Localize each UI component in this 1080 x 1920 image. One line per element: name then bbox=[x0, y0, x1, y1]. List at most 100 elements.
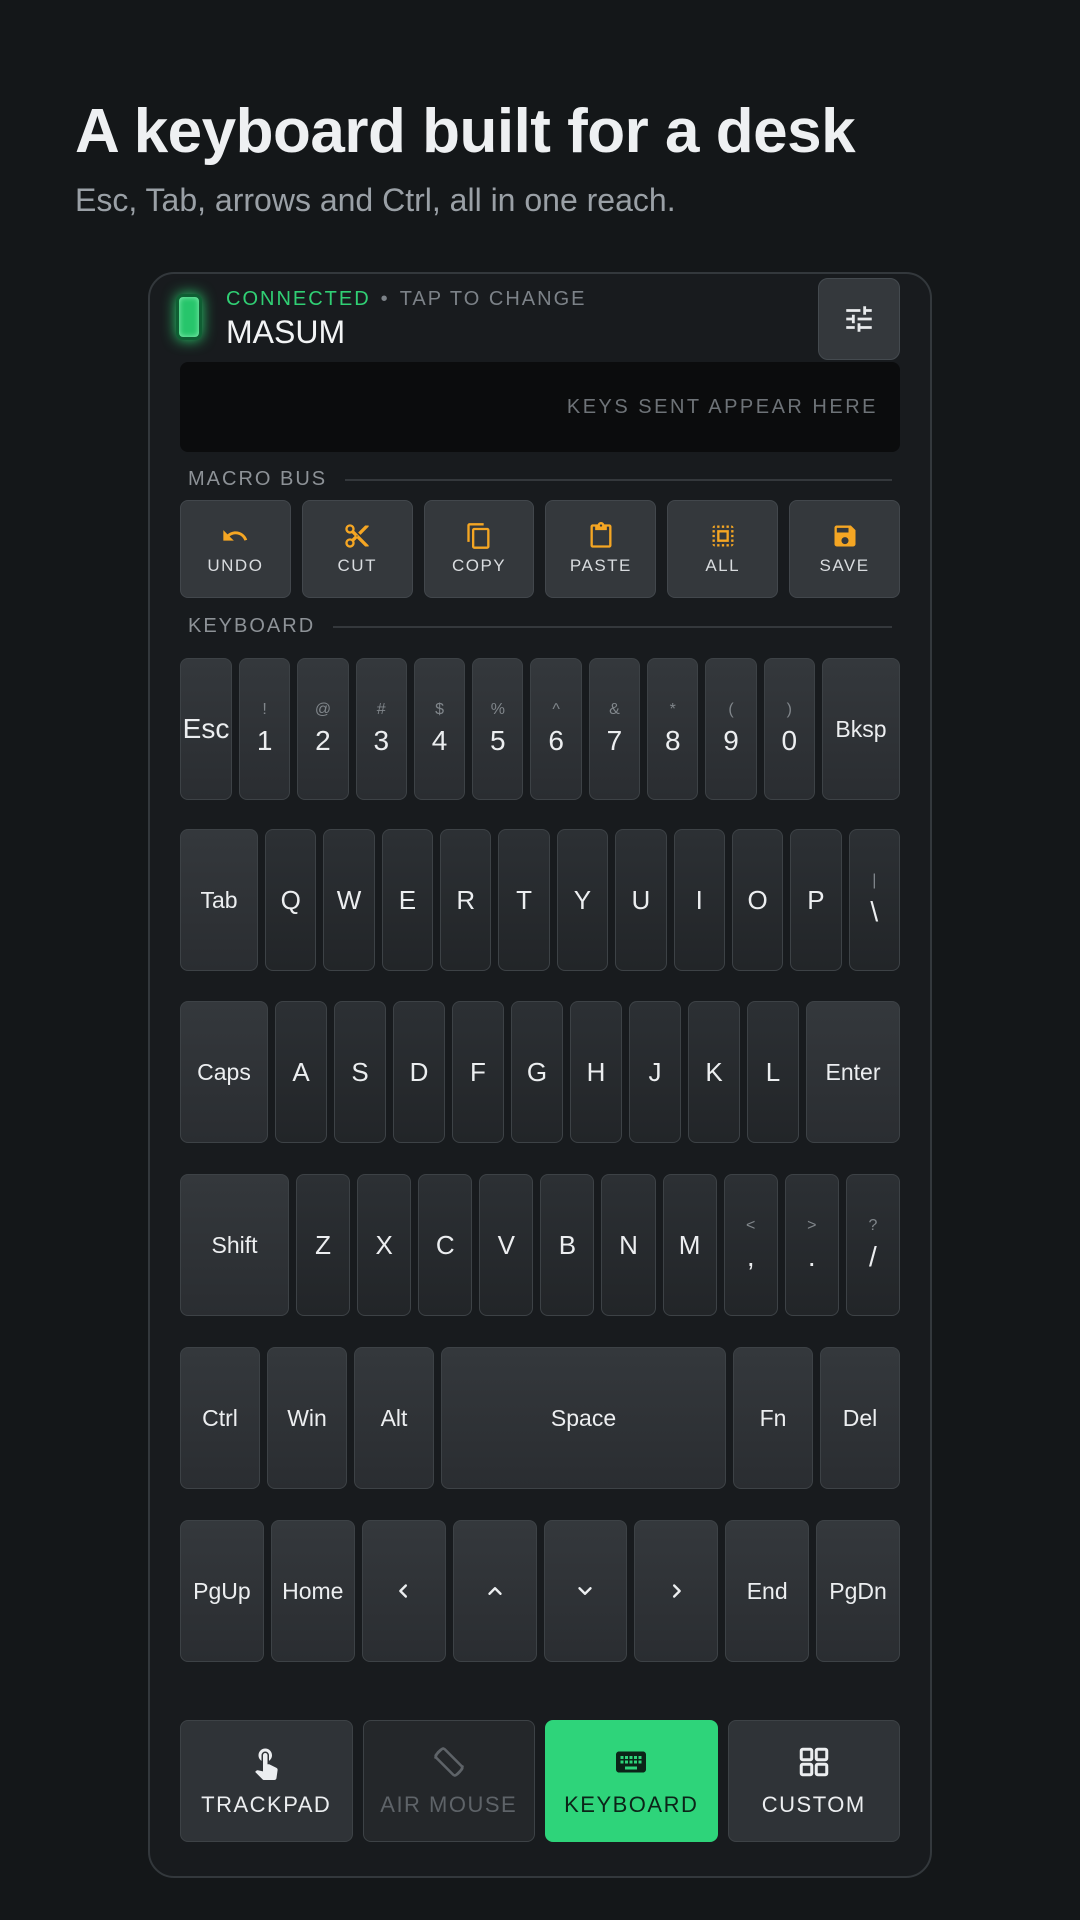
copy-label: COPY bbox=[451, 556, 507, 575]
tab-air-mouse[interactable]: AIR MOUSE bbox=[362, 1720, 535, 1842]
divider bbox=[333, 625, 892, 628]
save-label: SAVE bbox=[819, 556, 870, 575]
key-win[interactable]: Win bbox=[267, 1347, 347, 1489]
key-o[interactable]: O bbox=[731, 829, 784, 971]
paste-button[interactable]: PASTE bbox=[545, 500, 657, 598]
key-slash[interactable]: ? / bbox=[845, 1174, 900, 1316]
page-subtitle: Esc, Tab, arrows and Ctrl, all in one re… bbox=[75, 182, 676, 218]
key-primary-legend: 6 bbox=[548, 725, 564, 756]
key-tab[interactable]: Tab bbox=[180, 829, 258, 971]
key-shift-legend: ^ bbox=[552, 701, 560, 718]
key-shift-legend: ) bbox=[786, 701, 792, 718]
key-b[interactable]: B bbox=[540, 1174, 595, 1316]
key-period[interactable]: >. bbox=[784, 1174, 839, 1316]
key-r[interactable]: R bbox=[440, 829, 492, 971]
key-shift-legend: # bbox=[376, 701, 386, 718]
key-pgdn[interactable]: PgDn bbox=[816, 1520, 900, 1662]
key-j[interactable]: J bbox=[629, 1001, 681, 1143]
key-z[interactable]: Z bbox=[296, 1174, 351, 1316]
key-space[interactable]: Space bbox=[441, 1347, 726, 1489]
key-end[interactable]: End bbox=[725, 1520, 810, 1662]
key-del[interactable]: Del bbox=[820, 1347, 900, 1489]
undo-icon bbox=[223, 530, 248, 541]
tap-to-change-link[interactable]: TAP TO CHANGE bbox=[400, 288, 587, 310]
key-alt[interactable]: Alt bbox=[354, 1347, 434, 1489]
key-primary-legend: 7 bbox=[606, 725, 623, 756]
key-s[interactable]: S bbox=[334, 1001, 386, 1143]
key-arrow-left[interactable] bbox=[361, 1520, 446, 1662]
key-m[interactable]: M bbox=[662, 1174, 717, 1316]
key-3[interactable]: #3 bbox=[355, 658, 407, 800]
settings-button[interactable] bbox=[818, 278, 900, 360]
key-9[interactable]: (9 bbox=[705, 658, 757, 800]
key-a[interactable]: A bbox=[275, 1001, 327, 1143]
key-t[interactable]: T bbox=[498, 829, 550, 971]
save-icon bbox=[834, 525, 856, 547]
key-primary-legend: 0 bbox=[781, 725, 798, 756]
key-8[interactable]: * 8 bbox=[647, 658, 699, 800]
key-ctrl[interactable]: Ctrl bbox=[180, 1347, 260, 1489]
key-q[interactable]: Q bbox=[265, 829, 317, 971]
key-y[interactable]: Y bbox=[556, 829, 609, 971]
key-x[interactable]: X bbox=[357, 1174, 412, 1316]
key-shift[interactable]: Shift bbox=[180, 1174, 289, 1316]
key-enter[interactable]: Enter bbox=[806, 1001, 900, 1143]
undo-button[interactable]: UNDO bbox=[180, 500, 291, 598]
chevron-right-icon bbox=[673, 1584, 682, 1598]
key-u[interactable]: U bbox=[615, 829, 667, 971]
copy-button[interactable]: COPY bbox=[423, 500, 535, 598]
key-c[interactable]: C bbox=[418, 1174, 473, 1316]
tab-trackpad[interactable]: TRACKPAD bbox=[180, 1720, 353, 1842]
macro-bus-label: MACRO BUS bbox=[188, 468, 328, 490]
select-all-icon bbox=[712, 525, 734, 547]
key-esc[interactable]: Esc bbox=[180, 658, 232, 800]
key-1[interactable]: ! 1 bbox=[239, 658, 291, 800]
key-shift-legend: > bbox=[807, 1217, 817, 1234]
key-k[interactable]: K bbox=[688, 1001, 740, 1143]
tab-custom[interactable]: CUSTOM bbox=[727, 1720, 900, 1842]
key-g[interactable]: G bbox=[511, 1001, 563, 1143]
key-arrow-down[interactable] bbox=[543, 1520, 628, 1662]
key-h[interactable]: H bbox=[570, 1001, 622, 1143]
key-primary-legend: , bbox=[746, 1241, 755, 1272]
chevron-up-icon bbox=[487, 1587, 502, 1595]
key-caps[interactable]: Caps bbox=[180, 1001, 268, 1143]
device-name[interactable]: MASUM bbox=[226, 314, 345, 351]
key-2[interactable]: @2 bbox=[297, 658, 349, 800]
key-primary-legend: 1 bbox=[256, 725, 273, 756]
cut-button[interactable]: CUT bbox=[301, 500, 413, 598]
key-w[interactable]: W bbox=[323, 829, 375, 971]
key-6[interactable]: ^ 6 bbox=[530, 658, 582, 800]
key-l[interactable]: L bbox=[747, 1001, 799, 1143]
key-backslash[interactable]: | \ bbox=[848, 829, 900, 971]
key-fn[interactable]: Fn bbox=[733, 1347, 813, 1489]
key-4[interactable]: $4 bbox=[413, 658, 466, 800]
key-primary-legend: \ bbox=[870, 896, 879, 927]
keyboard-row-6: PgUp Home End PgDn bbox=[180, 1520, 900, 1662]
cut-label: CUT bbox=[337, 556, 377, 575]
key-primary-legend: . bbox=[807, 1241, 816, 1272]
key-d[interactable]: D bbox=[393, 1001, 445, 1143]
select-all-button[interactable]: ALL bbox=[667, 500, 779, 598]
key-arrow-up[interactable] bbox=[452, 1520, 537, 1662]
key-v[interactable]: V bbox=[479, 1174, 534, 1316]
key-comma[interactable]: <, bbox=[723, 1174, 778, 1316]
key-p[interactable]: P bbox=[790, 829, 842, 971]
connection-status[interactable]: CONNECTED • TAP TO CHANGE bbox=[226, 288, 586, 311]
key-e[interactable]: E bbox=[381, 829, 434, 971]
keyboard-header: KEYBOARD bbox=[188, 615, 892, 638]
key-home[interactable]: Home bbox=[270, 1520, 355, 1662]
key-n[interactable]: N bbox=[601, 1174, 656, 1316]
key-7[interactable]: & 7 bbox=[588, 658, 641, 800]
key-shift-legend: ( bbox=[728, 701, 734, 718]
key-5[interactable]: % 5 bbox=[472, 658, 524, 800]
key-i[interactable]: I bbox=[673, 829, 725, 971]
key-arrow-right[interactable] bbox=[634, 1520, 719, 1662]
key-backspace[interactable]: Bksp bbox=[821, 658, 900, 800]
save-button[interactable]: SAVE bbox=[789, 500, 900, 598]
mode-switcher: TRACKPAD AIR MOUSE KEYBOARD CUSTOM bbox=[180, 1720, 900, 1842]
key-f[interactable]: F bbox=[452, 1001, 504, 1143]
key-0[interactable]: ) 0 bbox=[763, 658, 815, 800]
key-pgup[interactable]: PgUp bbox=[180, 1520, 264, 1662]
tab-keyboard[interactable]: KEYBOARD bbox=[545, 1720, 718, 1842]
